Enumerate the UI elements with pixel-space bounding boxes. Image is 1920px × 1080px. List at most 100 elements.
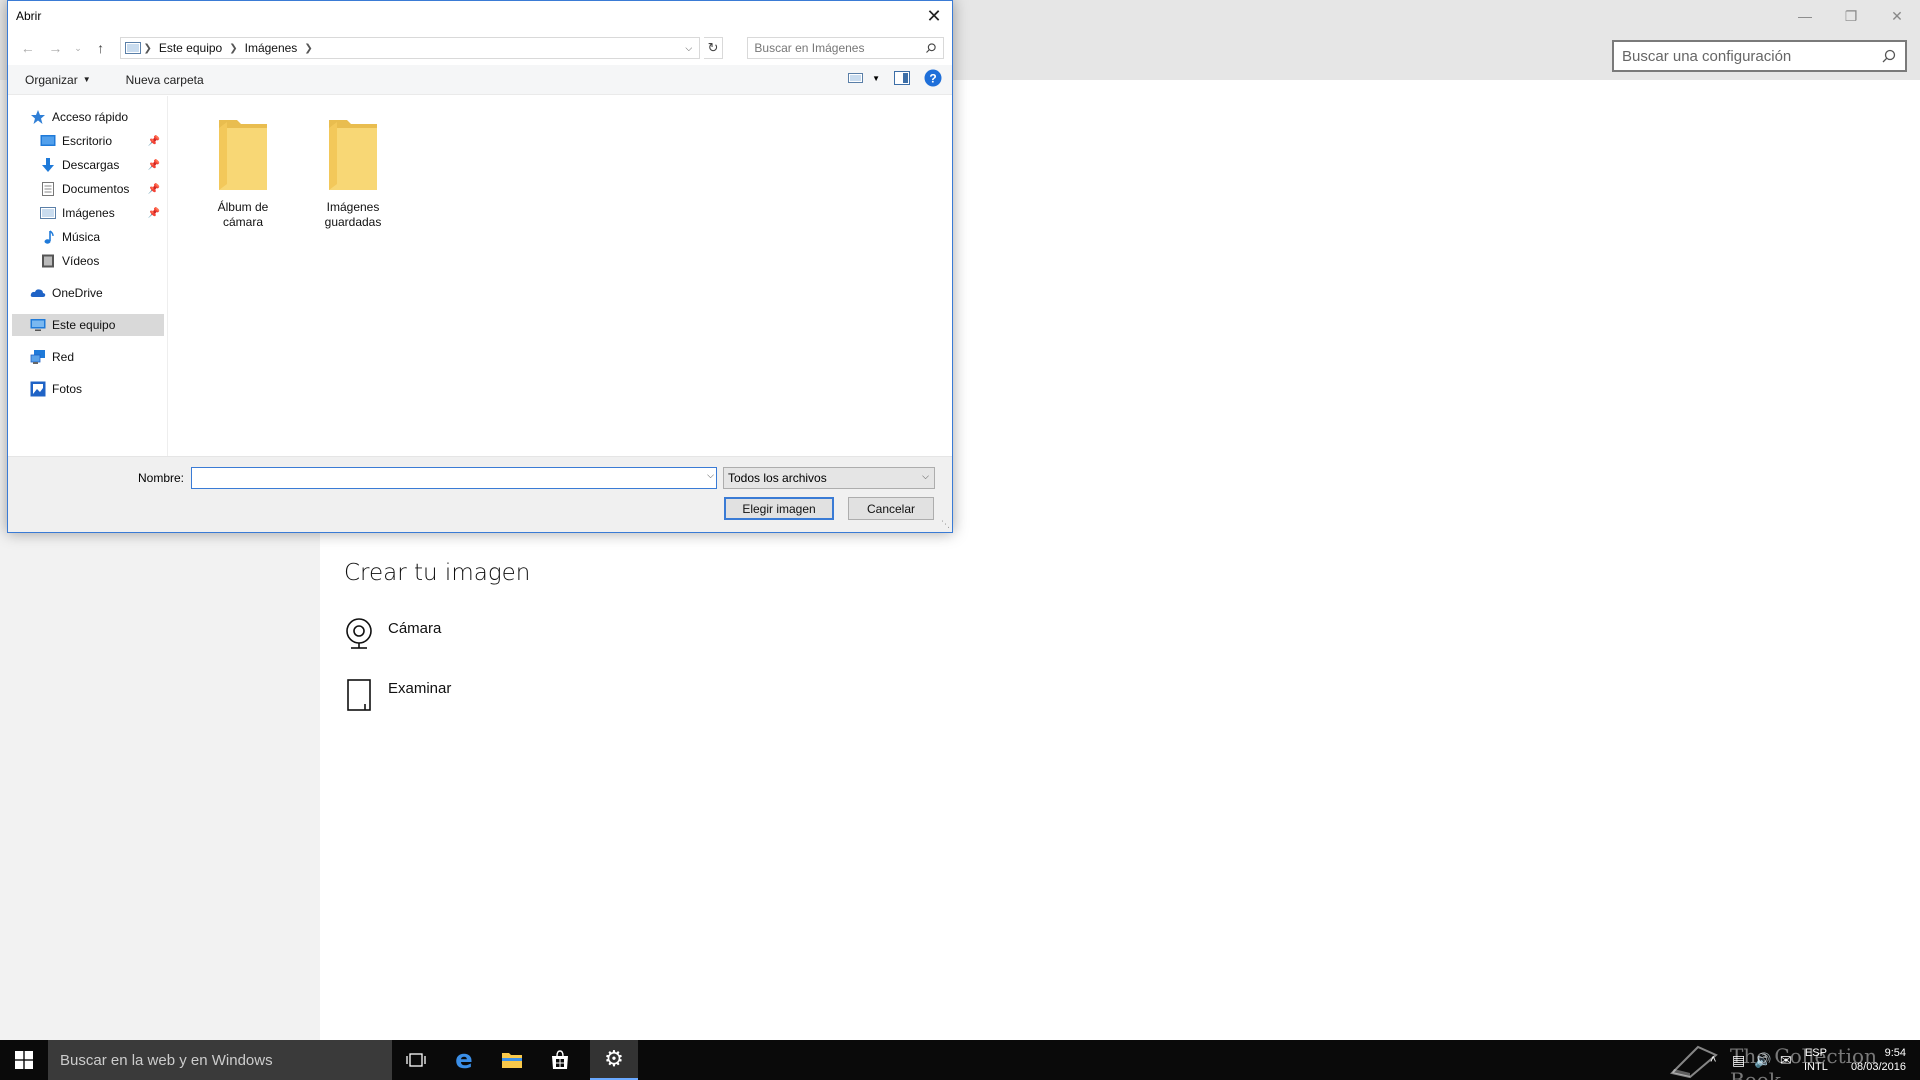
taskbar: Buscar en la web y en Windows e ⚙ ˄ ▤ 🔊 … [0, 1040, 1920, 1080]
file-explorer-button[interactable] [488, 1040, 536, 1080]
folder-label-line2: cámara [222, 215, 263, 229]
nav-quick-access-label: Acceso rápido [52, 110, 129, 124]
chevron-down-icon: ▼ [82, 75, 91, 84]
recent-locations-chevron-icon[interactable]: ⌄ [71, 36, 85, 60]
dialog-search-box[interactable] [747, 37, 945, 59]
cancel-button[interactable]: Cancelar [848, 497, 934, 520]
nav-videos[interactable]: Vídeos [12, 250, 164, 272]
pictures-icon [40, 207, 56, 219]
help-icon[interactable]: ? [924, 69, 942, 87]
settings-taskbar-button[interactable]: ⚙ [590, 1040, 638, 1080]
breadcrumb-separator-icon: ❯ [229, 42, 238, 54]
back-arrow-icon[interactable]: ← [16, 36, 40, 60]
nav-photos-label: Fotos [52, 382, 83, 396]
folder-label-line1: Imágenes [326, 200, 380, 214]
nav-downloads[interactable]: Descargas 📌 [12, 154, 164, 176]
nav-this-pc[interactable]: Este equipo [12, 314, 164, 336]
nav-images[interactable]: Imágenes 📌 [12, 202, 164, 224]
command-bar: Organizar ▼ Nueva carpeta ▼ ? [8, 65, 952, 95]
nav-quick-access[interactable]: Acceso rápido [12, 106, 164, 128]
nav-photos[interactable]: Fotos [12, 378, 164, 400]
address-dropdown-icon[interactable]: ⌵ [681, 40, 697, 56]
browse-option[interactable]: Examinar [344, 678, 451, 712]
breadcrumb-separator-icon: ❯ [143, 42, 152, 54]
show-hidden-icons-button[interactable]: ˄ [1710, 1040, 1716, 1080]
nav-videos-label: Vídeos [62, 254, 100, 268]
settings-search-input[interactable] [1622, 47, 1881, 65]
task-view-button[interactable] [392, 1040, 440, 1080]
task-view-icon [406, 1053, 426, 1067]
network-icon [30, 350, 45, 364]
resize-grip-icon[interactable]: ⋱ [941, 519, 950, 530]
breadcrumb-this-pc[interactable]: Este equipo [154, 41, 227, 55]
close-window-button[interactable]: ✕ [1874, 0, 1920, 32]
organize-button[interactable]: Organizar ▼ [8, 73, 109, 87]
chevron-down-icon[interactable]: ⌵ [707, 470, 714, 481]
pin-icon: 📌 [147, 207, 160, 219]
music-note-icon [44, 230, 54, 244]
pictures-location-icon [125, 42, 142, 54]
preview-pane-icon[interactable] [894, 71, 910, 85]
file-type-select[interactable]: Todos los archivos ⌵ [723, 467, 935, 489]
breadcrumb-separator-icon: ❯ [304, 42, 313, 54]
minimize-button[interactable]: — [1782, 0, 1828, 32]
nav-desktop[interactable]: Escritorio 📌 [12, 130, 164, 152]
address-row: ← → ⌄ ↑ ❯ Este equipo ❯ Imágenes ❯ ⌵ ↻ [8, 31, 952, 65]
address-bar[interactable]: ❯ Este equipo ❯ Imágenes ❯ ⌵ [120, 37, 700, 59]
dialog-title: Abrir [16, 9, 42, 23]
camera-icon [346, 618, 372, 649]
file-name-input[interactable]: ⌵ [191, 467, 717, 489]
nav-documents[interactable]: Documentos 📌 [12, 178, 164, 200]
folder-label-line1: Álbum de [217, 200, 269, 214]
dialog-search-input[interactable] [754, 41, 926, 55]
taskbar-search-box[interactable]: Buscar en la web y en Windows [48, 1040, 392, 1080]
pin-icon: 📌 [147, 183, 160, 195]
search-icon [926, 43, 936, 53]
search-icon [1882, 49, 1896, 63]
file-name-label: Nombre: [138, 471, 185, 485]
refresh-icon[interactable]: ↻ [703, 37, 724, 59]
watermark-text: The Collection Book [1730, 1044, 1877, 1080]
browse-option-label: Examinar [388, 680, 452, 697]
new-folder-button[interactable]: Nueva carpeta [109, 73, 222, 87]
nav-downloads-label: Descargas [62, 158, 120, 172]
computer-icon [30, 319, 46, 331]
file-type-value: Todos los archivos [728, 471, 827, 485]
file-list: Álbum de cámara Imágenes guardadas [168, 96, 952, 456]
start-button[interactable] [0, 1040, 48, 1080]
navigation-pane: Acceso rápido Escritorio 📌 Descargas 📌 D… [8, 96, 168, 456]
desktop-icon [40, 135, 56, 146]
dialog-close-button[interactable]: ✕ [916, 1, 952, 31]
nav-network[interactable]: Red [12, 346, 164, 368]
nav-images-label: Imágenes [62, 206, 115, 220]
dialog-panes: Acceso rápido Escritorio 📌 Descargas 📌 D… [8, 96, 952, 456]
change-view-button[interactable]: ▼ [848, 72, 880, 84]
nav-this-pc-label: Este equipo [52, 318, 116, 332]
nav-documents-label: Documentos [62, 182, 130, 196]
folder-item[interactable]: Imágenes guardadas [308, 114, 398, 230]
settings-search-box[interactable] [1612, 40, 1907, 72]
nav-music[interactable]: Música [12, 226, 164, 248]
folder-icon [219, 120, 267, 190]
view-icon [848, 73, 864, 83]
section-title: Crear tu imagen [344, 560, 531, 586]
edge-button[interactable]: e [440, 1040, 488, 1080]
taskbar-search-placeholder: Buscar en la web y en Windows [60, 1051, 273, 1069]
store-button[interactable] [536, 1040, 584, 1080]
folder-item[interactable]: Álbum de cámara [198, 114, 288, 230]
document-icon [42, 182, 54, 196]
camera-option-label: Cámara [388, 620, 442, 637]
up-arrow-icon[interactable]: ↑ [89, 36, 113, 60]
choose-image-button[interactable]: Elegir imagen [724, 497, 834, 520]
chevron-down-icon: ▼ [872, 73, 880, 83]
nav-onedrive[interactable]: OneDrive [12, 282, 164, 304]
restore-button[interactable]: ❐ [1828, 0, 1874, 32]
camera-option[interactable]: Cámara [344, 618, 441, 650]
nav-network-label: Red [52, 350, 75, 364]
forward-arrow-icon[interactable]: → [44, 36, 68, 60]
breadcrumb-images[interactable]: Imágenes [240, 41, 303, 55]
folder-label-line2: guardadas [324, 215, 382, 229]
store-icon [552, 1050, 568, 1069]
dialog-footer: Nombre: ⌵ Todos los archivos ⌵ Elegir im… [8, 456, 952, 532]
new-folder-label: Nueva carpeta [125, 72, 204, 87]
